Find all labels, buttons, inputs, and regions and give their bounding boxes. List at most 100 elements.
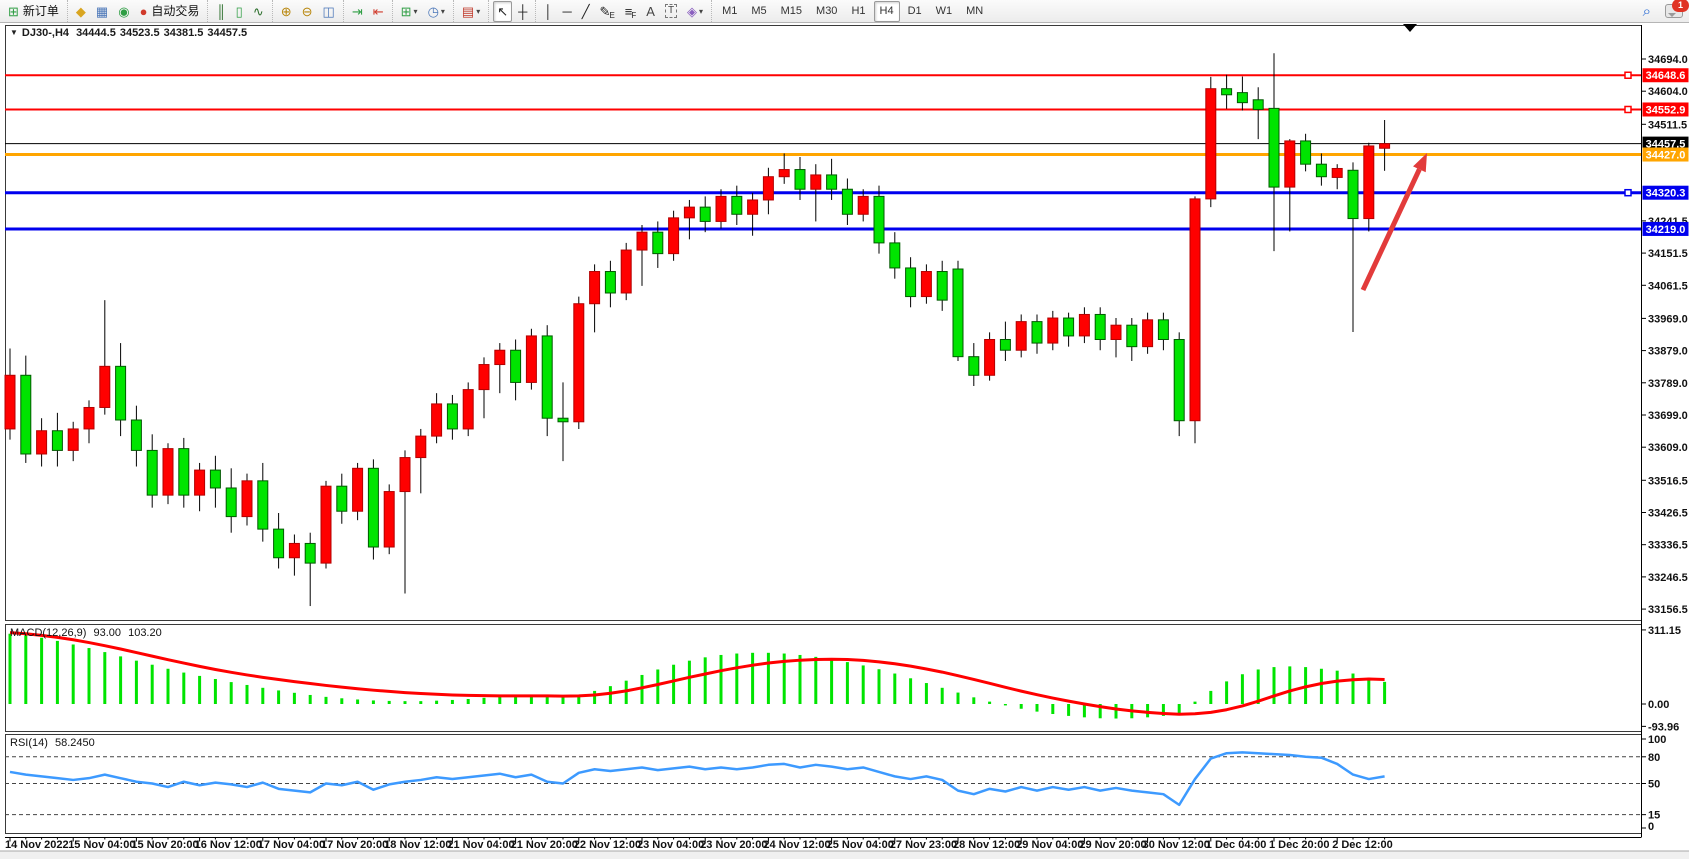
candle-down [1158,320,1168,340]
candle-up [68,429,78,450]
text-button[interactable]: A [642,1,659,22]
zoom-out-button[interactable]: ⊖ [298,1,317,22]
collapse-triangle-icon[interactable]: ▼ [10,28,18,37]
cursor-button[interactable]: ↖ [493,1,512,22]
indicators-button[interactable]: ▤▾ [458,1,484,22]
candle-down [1127,325,1137,346]
candle-down [447,404,457,429]
period-button[interactable]: ◷▾ [424,1,449,22]
timeframe-button-m5[interactable]: M5 [745,1,772,22]
line-handle[interactable] [1625,106,1631,112]
tile-windows-button[interactable]: ◫ [319,1,339,22]
candle-up [574,304,584,422]
candle-up [1364,146,1374,219]
candle-up [1143,320,1153,347]
candle-up [37,431,47,454]
chart-shift-button[interactable]: ⇤ [369,1,388,22]
new-order-button[interactable]: ⊞新订单 [4,1,63,22]
candle-up [748,200,758,214]
timeframe-button-m1[interactable]: M1 [716,1,743,22]
price-tick-label: 33516.5 [1648,475,1688,487]
timeframe-button-w1[interactable]: W1 [930,1,959,22]
channel-button[interactable]: ✎E [596,1,619,22]
candle-down [1316,164,1326,177]
price-tick-label: 34511.5 [1648,119,1687,131]
line-handle[interactable] [1625,72,1631,78]
time-tick-label: 29 Nov 04:00 [1016,839,1083,851]
timeframe-button-d1[interactable]: D1 [902,1,928,22]
chart-background [0,22,1689,851]
auto-scroll-button[interactable]: ⇥ [348,1,367,22]
timeframe-button-h1[interactable]: H1 [845,1,871,22]
candle-up [5,375,15,429]
candle-down [732,196,742,214]
timeframe-button-m30[interactable]: M30 [810,1,843,22]
candlestick-chart-button[interactable]: ▯ [232,1,247,22]
candle-up [1285,141,1295,187]
notifications-icon[interactable]: 1 [1665,4,1683,18]
new-order-button-label: 新订单 [23,2,59,21]
line-chart-button[interactable]: ∿ [249,1,268,22]
fibonacci-button[interactable]: ≡F [621,1,640,22]
line-chart-icon: ∿ [253,2,264,21]
time-tick-label: 1 Dec 20:00 [1269,839,1330,851]
line-handle[interactable] [1625,190,1631,196]
shapes-icon: ◈ [687,2,697,21]
price-label-text: 34552.9 [1646,104,1686,116]
time-tick-label: 24 Nov 12:00 [763,839,830,851]
timeframe-button-m15[interactable]: M15 [775,1,808,22]
candle-down [969,357,979,376]
crosshair-button[interactable]: ┼ [514,1,531,22]
candle-up [1206,89,1216,199]
new-chart-button[interactable]: ⊞▾ [397,1,422,22]
main-toolbar: ⊞新订单◆▦◉●自动交易║▯∿⊕⊖◫⇥⇤⊞▾◷▾▤▾↖┼│─╱✎E≡FAT◈▾M… [0,0,1689,23]
candle-up [463,390,473,429]
channel-button-sub: E [609,11,614,21]
high-value: 34523.5 [120,27,160,39]
toolbar-group-orders: ⊞新订单 [0,0,67,22]
timeframe-button-h4[interactable]: H4 [874,1,900,22]
price-tick-label: 33246.5 [1648,572,1688,584]
candle-up [684,207,694,218]
chevron-down-icon: ▾ [699,2,703,21]
macd-tick-label: -93.96 [1648,721,1679,733]
rsi-tick-label: 0 [1648,821,1654,833]
candle-up [921,272,931,297]
candle-down [1032,322,1042,343]
candle-down [337,486,347,511]
candle-down [1000,339,1010,350]
zoom-in-button[interactable]: ⊕ [277,1,296,22]
time-tick-label: 15 Nov 20:00 [131,839,198,851]
trendline-button[interactable]: ╱ [578,1,594,22]
price-tick-label: 33879.0 [1648,346,1688,358]
toolbar-group-scroll: ⇥⇤ [343,0,392,22]
bars-icon: ║ [216,2,225,21]
vertical-line-button[interactable]: │ [540,1,556,22]
rsi-name: RSI(14) [10,737,48,749]
candle-down [258,481,268,529]
candle-down [179,449,189,496]
timeframe-button-mn[interactable]: MN [960,1,989,22]
candle-down [1269,108,1279,187]
candle-down [874,196,884,243]
signals-button[interactable]: ◉ [114,1,133,22]
time-tick-label: 29 Nov 20:00 [1079,839,1146,851]
price-label-text: 34320.3 [1646,188,1686,200]
autotrading-button[interactable]: ●自动交易 [136,1,204,22]
search-icon[interactable]: ⌕ [1643,3,1651,20]
macd-tick-label: 0.00 [1648,699,1669,711]
chart-window-button[interactable]: ▦ [92,1,112,22]
candle-up [1079,314,1089,335]
chart-canvas[interactable]: 34694.034604.034511.534241.534151.534061… [0,0,1689,859]
candle-up [289,543,299,557]
price-tick-label: 34061.5 [1648,280,1688,292]
arrows-button[interactable]: ◈▾ [683,1,707,22]
text-label-button[interactable]: T [661,1,681,22]
time-tick-label: 25 Nov 04:00 [827,839,894,851]
horizontal-line-button[interactable]: ─ [558,1,575,22]
market-watch-button[interactable]: ◆ [72,1,90,22]
time-tick-label: 16 Nov 12:00 [195,839,262,851]
time-tick-label: 21 Nov 20:00 [511,839,578,851]
bar-chart-button[interactable]: ║ [212,1,229,22]
candle-up [353,468,363,511]
